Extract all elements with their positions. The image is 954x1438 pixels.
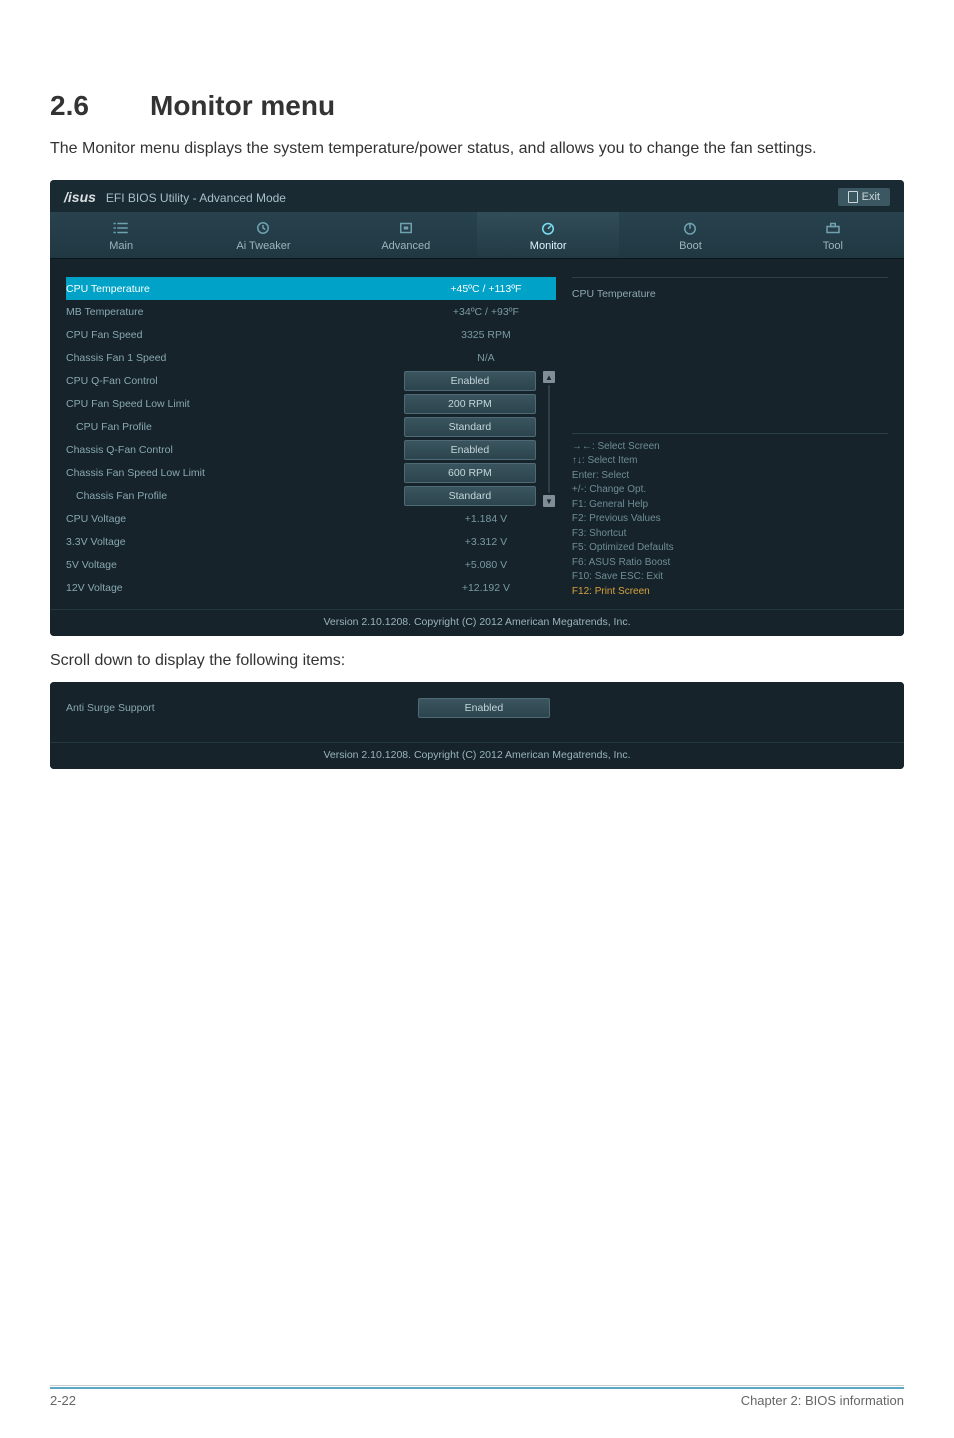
scroll-thumb[interactable]	[548, 385, 550, 493]
row-cpu-fan-speed[interactable]: CPU Fan Speed 3325 RPM	[66, 323, 556, 346]
exit-icon	[848, 191, 858, 203]
tab-monitor[interactable]: Monitor	[477, 212, 619, 258]
row-label: CPU Fan Profile	[66, 421, 404, 433]
tab-boot[interactable]: Boot	[619, 212, 761, 258]
row-value: +1.184 V	[416, 513, 556, 525]
dropdown[interactable]: Enabled	[404, 440, 536, 460]
row-label: CPU Voltage	[66, 513, 416, 525]
row-label: 5V Voltage	[66, 559, 416, 571]
help-line: F10: Save ESC: Exit	[572, 570, 888, 585]
row-label: CPU Temperature	[66, 283, 416, 295]
row-label: 3.3V Voltage	[66, 536, 416, 548]
row-chassis-fan-speed-low-limit[interactable]: Chassis Fan Speed Low Limit 600 RPM	[66, 461, 542, 484]
row-label: Chassis Q-Fan Control	[66, 444, 404, 456]
scroll-caption: Scroll down to display the following ite…	[50, 652, 904, 670]
tab-label: Monitor	[530, 240, 567, 252]
row-5v-voltage[interactable]: 5V Voltage +5.080 V	[66, 553, 556, 576]
row-value: +12.192 V	[416, 582, 556, 594]
monitor-icon	[539, 220, 557, 236]
row-cpu-voltage[interactable]: CPU Voltage +1.184 V	[66, 507, 556, 530]
tab-advanced[interactable]: Advanced	[335, 212, 477, 258]
chip-icon	[397, 220, 415, 236]
help-line: Enter: Select	[572, 469, 888, 484]
section-number: 2.6	[50, 90, 150, 122]
row-value: 3325 RPM	[416, 329, 556, 341]
help-line: F2: Previous Values	[572, 512, 888, 527]
row-12v-voltage[interactable]: 12V Voltage +12.192 V	[66, 576, 556, 599]
row-value: +5.080 V	[416, 559, 556, 571]
row-cpu-fan-speed-low-limit[interactable]: CPU Fan Speed Low Limit 200 RPM	[66, 392, 542, 415]
scroll-down-icon[interactable]: ▼	[543, 495, 555, 507]
chapter-label: Chapter 2: BIOS information	[741, 1393, 904, 1408]
help-line: F6: ASUS Ratio Boost	[572, 556, 888, 571]
version-bar: Version 2.10.1208. Copyright (C) 2012 Am…	[50, 609, 904, 636]
tab-tool[interactable]: Tool	[762, 212, 904, 258]
exit-button[interactable]: Exit	[838, 188, 890, 206]
window-title: EFI BIOS Utility - Advanced Mode	[106, 191, 286, 205]
list-icon	[112, 220, 130, 236]
row-value: N/A	[416, 352, 556, 364]
page-footer: 2-22 Chapter 2: BIOS information	[50, 1387, 904, 1408]
version-bar: Version 2.10.1208. Copyright (C) 2012 Am…	[50, 742, 904, 769]
row-mb-temperature[interactable]: MB Temperature +34ºC / +93ºF	[66, 300, 556, 323]
row-label: Chassis Fan Speed Low Limit	[66, 467, 404, 479]
help-line: F5: Optimized Defaults	[572, 541, 888, 556]
clock-icon	[254, 220, 272, 236]
row-label: MB Temperature	[66, 306, 416, 318]
tab-label: Advanced	[381, 240, 430, 252]
row-chassis-fan-1-speed[interactable]: Chassis Fan 1 Speed N/A	[66, 346, 556, 369]
dropdown[interactable]: 600 RPM	[404, 463, 536, 483]
bios-window-extra: Anti Surge Support Enabled Version 2.10.…	[50, 682, 904, 769]
row-label: Chassis Fan Profile	[66, 490, 404, 502]
info-panel-title: CPU Temperature	[572, 284, 888, 300]
row-cpu-fan-profile[interactable]: CPU Fan Profile Standard	[66, 415, 542, 438]
dropdown[interactable]: Standard	[404, 486, 536, 506]
bios-window: /isus EFI BIOS Utility - Advanced Mode E…	[50, 180, 904, 636]
row-label: CPU Fan Speed	[66, 329, 416, 341]
row-chassis-qfan-control[interactable]: Chassis Q-Fan Control Enabled	[66, 438, 542, 461]
section-title: Monitor menu	[150, 90, 335, 121]
tab-label: Boot	[679, 240, 702, 252]
row-chassis-fan-profile[interactable]: Chassis Fan Profile Standard	[66, 484, 542, 507]
help-line: +/-: Change Opt.	[572, 483, 888, 498]
tab-label: Tool	[823, 240, 843, 252]
tab-label: Ai Tweaker	[236, 240, 290, 252]
exit-label: Exit	[862, 191, 880, 203]
row-label: Anti Surge Support	[66, 702, 418, 714]
help-line: F1: General Help	[572, 498, 888, 513]
row-label: CPU Q-Fan Control	[66, 375, 404, 387]
row-label: Chassis Fan 1 Speed	[66, 352, 416, 364]
section-heading: 2.6Monitor menu	[50, 90, 904, 122]
help-line: →←: Select Screen	[572, 440, 888, 455]
row-cpu-temperature[interactable]: CPU Temperature +45ºC / +113ºF	[66, 277, 556, 300]
dropdown[interactable]: Standard	[404, 417, 536, 437]
help-line: F3: Shortcut	[572, 527, 888, 542]
tool-icon	[824, 220, 842, 236]
row-3v3-voltage[interactable]: 3.3V Voltage +3.312 V	[66, 530, 556, 553]
help-line: ↑↓: Select Item	[572, 454, 888, 469]
scroll-up-icon[interactable]: ▲	[543, 371, 555, 383]
page-number: 2-22	[50, 1393, 76, 1408]
tab-bar: Main Ai Tweaker Advanced Monitor Boot To…	[50, 212, 904, 259]
power-icon	[681, 220, 699, 236]
row-anti-surge-support[interactable]: Anti Surge Support Enabled	[66, 696, 556, 719]
row-value: +3.312 V	[416, 536, 556, 548]
row-value: +45ºC / +113ºF	[416, 283, 556, 295]
intro-text: The Monitor menu displays the system tem…	[50, 138, 904, 160]
row-cpu-qfan-control[interactable]: CPU Q-Fan Control Enabled	[66, 369, 542, 392]
brand-logo: /isus	[64, 189, 96, 205]
row-label: CPU Fan Speed Low Limit	[66, 398, 404, 410]
row-value: +34ºC / +93ºF	[416, 306, 556, 318]
help-line: F12: Print Screen	[572, 585, 888, 600]
tab-main[interactable]: Main	[50, 212, 192, 258]
help-panel: →←: Select Screen ↑↓: Select Item Enter:…	[572, 433, 888, 600]
dropdown[interactable]: Enabled	[404, 371, 536, 391]
tab-label: Main	[109, 240, 133, 252]
dropdown[interactable]: Enabled	[418, 698, 550, 718]
dropdown[interactable]: 200 RPM	[404, 394, 536, 414]
scrollbar[interactable]: ▲ ▼	[542, 369, 556, 507]
tab-ai-tweaker[interactable]: Ai Tweaker	[192, 212, 334, 258]
row-label: 12V Voltage	[66, 582, 416, 594]
